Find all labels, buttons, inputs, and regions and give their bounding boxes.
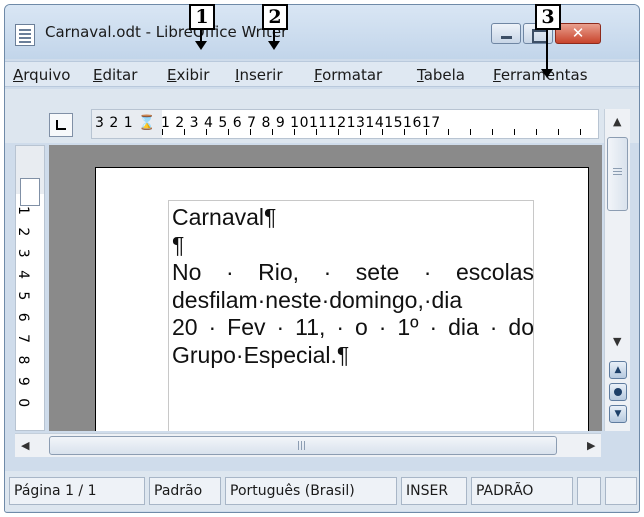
menu-editar[interactable]: Editar (93, 66, 137, 84)
insert-mode-status[interactable]: INSER (401, 477, 467, 505)
horizontal-scroll-thumb[interactable] (49, 436, 557, 455)
scroll-left-icon[interactable]: ◀ (21, 439, 29, 452)
tab-stop-selector[interactable] (49, 113, 73, 137)
document-canvas[interactable]: Carnaval¶ ¶ No · Rio, · sete · escolas d… (49, 145, 602, 431)
previous-object-button[interactable]: ▲ (609, 361, 627, 379)
scroll-up-icon[interactable]: ▲ (613, 115, 621, 128)
scroll-right-icon[interactable]: ▶ (587, 439, 595, 452)
ruler-ticks (162, 129, 582, 135)
vertical-scrollbar[interactable]: ▲ ▼ ▲ ▼ (604, 109, 630, 431)
vertical-scroll-thumb[interactable] (607, 137, 628, 211)
signature-status[interactable] (605, 477, 637, 505)
horizontal-ruler[interactable]: 3 2 1 ⌛ 1 2 3 4 5 6 7 8 9 10111213141516… (91, 109, 599, 139)
doc-line-title: Carnaval¶ (172, 204, 277, 230)
menu-tabela[interactable]: Tabela (417, 66, 465, 84)
annotation-arrow-2 (268, 30, 280, 50)
next-object-button[interactable]: ▼ (609, 405, 627, 423)
annotation-marker-2: 2 (262, 4, 288, 30)
vertical-ruler-marker[interactable] (20, 178, 40, 206)
menu-formatar[interactable]: Formatar (314, 66, 382, 84)
navigation-button[interactable] (609, 383, 627, 401)
close-button[interactable]: ✕ (555, 23, 601, 44)
modified-status[interactable] (577, 477, 601, 505)
scroll-down-icon[interactable]: ▼ (613, 335, 621, 348)
minimize-button[interactable] (491, 23, 521, 44)
grip-icon (613, 168, 622, 176)
document-page[interactable]: Carnaval¶ ¶ No · Rio, · sete · escolas d… (95, 167, 589, 431)
menu-inserir[interactable]: Inserir (235, 66, 283, 84)
doc-line: Grupo·Especial.¶ (172, 341, 350, 368)
language-status[interactable]: Português (Brasil) (225, 477, 397, 505)
annotation-arrow-3 (541, 30, 553, 78)
horizontal-scrollbar[interactable]: ◀ ▶ (15, 433, 601, 457)
annotation-marker-1: 1 (189, 4, 215, 30)
annotation-arrow-1 (195, 30, 207, 50)
menu-exibir[interactable]: Exibir (167, 66, 209, 84)
writer-document-icon (15, 24, 35, 46)
grip-icon (298, 441, 307, 450)
document-text[interactable]: Carnaval¶ ¶ No · Rio, · sete · escolas d… (172, 204, 534, 369)
menu-arquivo[interactable]: Arquivo (13, 66, 70, 84)
window-title: Carnaval.odt - LibreOffice Writer (45, 23, 288, 41)
page-style-status[interactable]: Padrão (149, 477, 221, 505)
doc-line: No · Rio, · sete · escolas (172, 259, 534, 285)
doc-line-empty: ¶ (172, 231, 185, 258)
close-icon: ✕ (571, 24, 585, 42)
page-count-status[interactable]: Página 1 / 1 (9, 477, 145, 505)
ruler-toolbar: 3 2 1 ⌛ 1 2 3 4 5 6 7 8 9 10111213141516… (5, 89, 639, 143)
writer-window: Carnaval.odt - LibreOffice Writer ✕ Arqu… (4, 4, 640, 513)
vertical-ruler-numbers: 1 2 3 4 5 6 7 8 9 0 (15, 206, 31, 412)
status-bar: Página 1 / 1 Padrão Português (Brasil) I… (5, 471, 639, 511)
vertical-ruler[interactable]: 1 2 3 4 5 6 7 8 9 0 (15, 145, 45, 431)
selection-mode-status[interactable]: PADRÃO (471, 477, 573, 505)
doc-line: desfilam·neste·domingo,·dia (172, 286, 463, 313)
doc-line: 20 · Fev · 11, · o · 1º · dia · do (172, 314, 534, 340)
annotation-marker-3: 3 (535, 4, 561, 30)
